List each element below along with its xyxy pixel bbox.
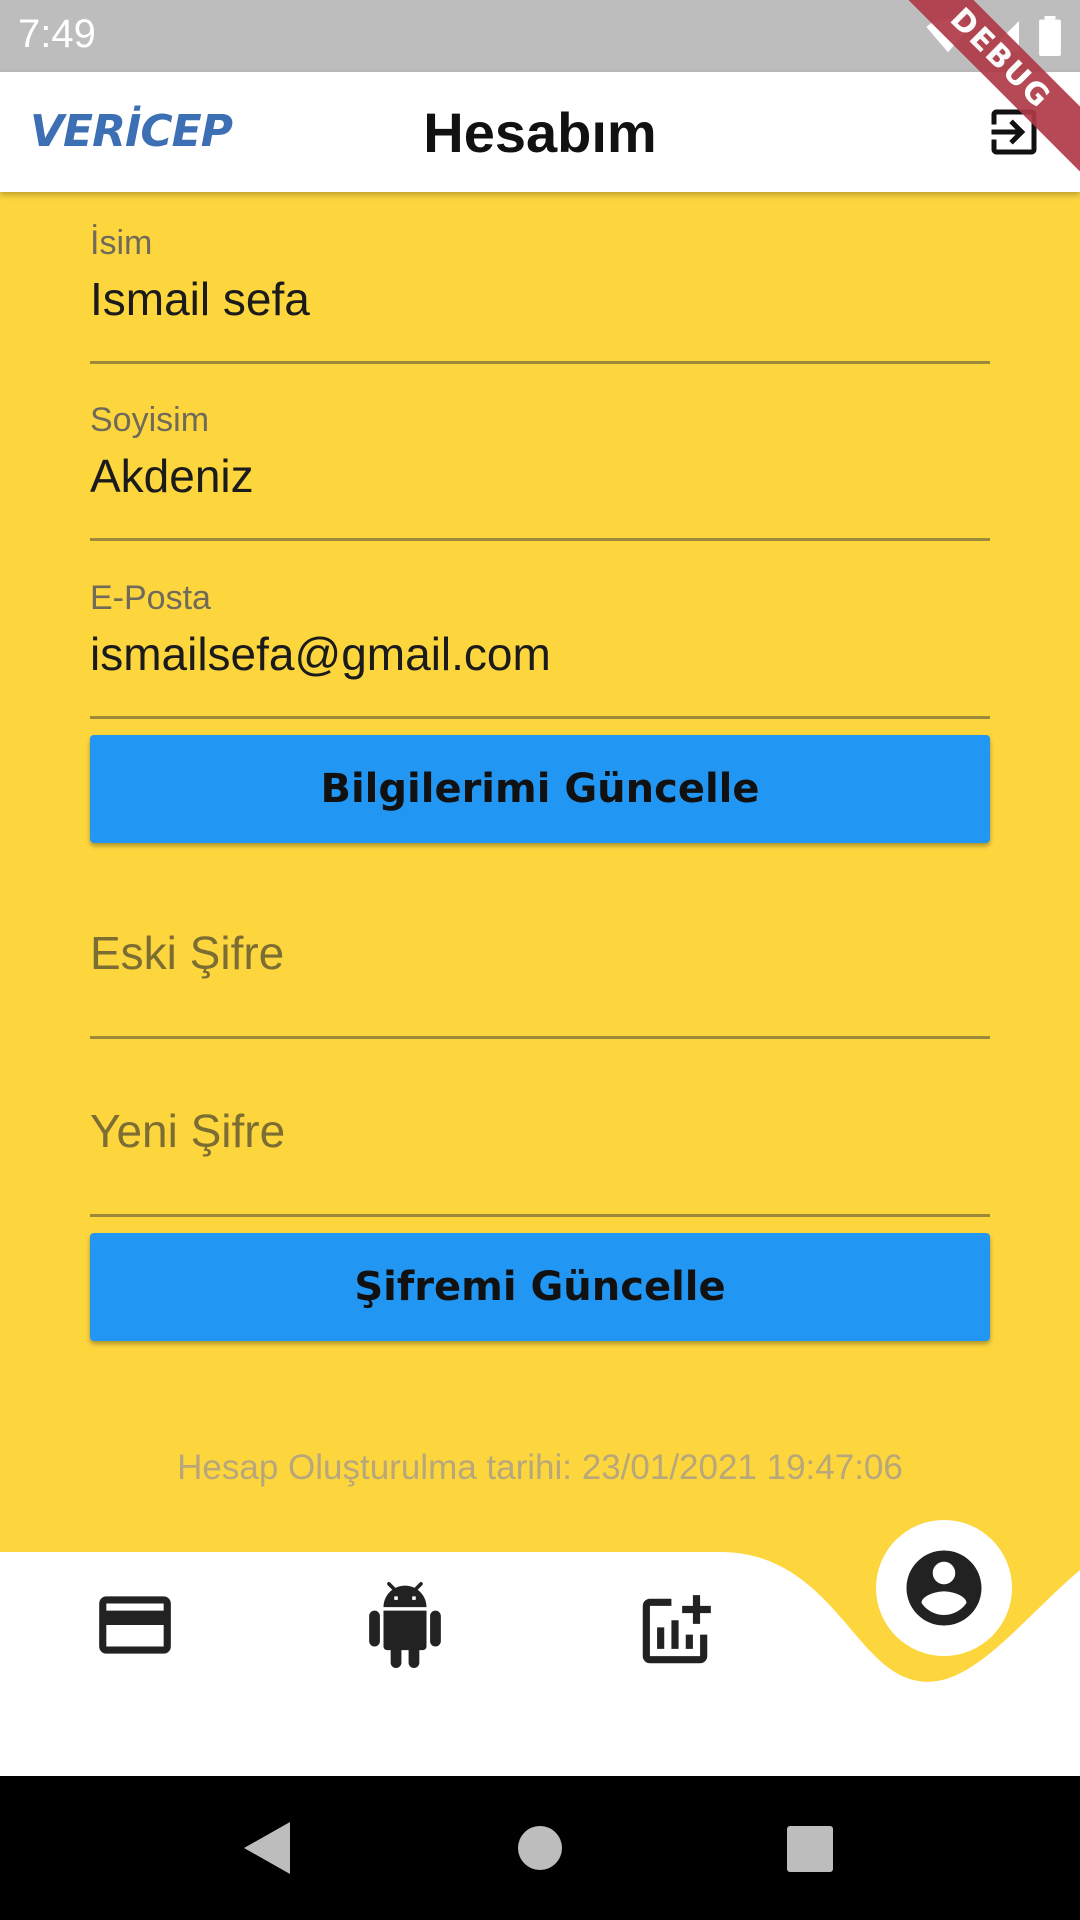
surname-value: Akdeniz (90, 450, 254, 502)
name-label: İsim (90, 224, 153, 262)
new-password-placeholder: Yeni Şifre (90, 1105, 286, 1157)
new-password-field[interactable]: Yeni Şifre (90, 1078, 990, 1217)
add-chart-icon[interactable] (632, 1588, 718, 1674)
status-bar: 7:49 (0, 0, 1080, 72)
system-nav-bar (0, 1776, 1080, 1920)
profile-tab-button[interactable] (876, 1520, 1012, 1656)
page-title: Hesabım (423, 101, 657, 164)
email-field[interactable]: E-Posta ismailsefa@gmail.com (90, 565, 990, 719)
account-created-date: Hesap Oluşturulma tarihi: 23/01/2021 19:… (177, 1448, 903, 1487)
name-value: Ismail sefa (90, 273, 310, 325)
old-password-field[interactable]: Eski Şifre (90, 900, 990, 1039)
app-bar: VERİCEP Hesabım (0, 72, 1080, 192)
update-password-button[interactable]: Şifremi Güncelle (90, 1233, 990, 1341)
update-profile-button[interactable]: Bilgilerimi Güncelle (90, 735, 990, 843)
surname-label: Soyisim (90, 401, 210, 439)
recents-icon[interactable] (787, 1826, 833, 1872)
surname-field[interactable]: Soyisim Akdeniz (90, 387, 990, 541)
back-icon[interactable] (244, 1822, 290, 1874)
email-label: E-Posta (90, 579, 211, 617)
battery-icon (1039, 16, 1061, 56)
android-icon[interactable] (362, 1578, 448, 1672)
name-field[interactable]: İsim Ismail sefa (90, 210, 990, 364)
status-time: 7:49 (18, 12, 96, 56)
email-value: ismailsefa@gmail.com (90, 628, 551, 680)
account-circle-icon (906, 1550, 982, 1626)
credit-card-icon[interactable] (92, 1582, 178, 1668)
old-password-placeholder: Eski Şifre (90, 927, 285, 979)
home-icon[interactable] (518, 1826, 562, 1870)
